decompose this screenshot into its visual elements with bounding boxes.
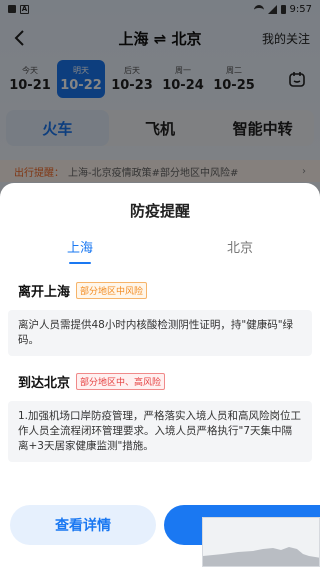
- leave-title: 离开上海: [18, 285, 71, 300]
- leave-section-header: 离开上海 部分地区中风险: [0, 281, 320, 300]
- tab-shanghai[interactable]: 上海: [0, 237, 160, 267]
- arrive-section-header: 到达北京 部分地区中、高风险: [0, 372, 320, 391]
- tab-beijing[interactable]: 北京: [160, 237, 320, 267]
- view-details-button[interactable]: 查看详情: [10, 505, 156, 545]
- city-tabs: 上海 北京: [0, 237, 320, 267]
- tab-underline: [69, 262, 91, 264]
- risk-badge-medium: 部分地区中风险: [76, 282, 148, 299]
- leave-policy-text: 离沪人员需提供48小时内核酸检测阴性证明，持"健康码"绿码。: [8, 310, 312, 356]
- risk-badge-high: 部分地区中、高风险: [76, 373, 166, 390]
- city-tab-label: 北京: [226, 241, 253, 256]
- arrive-title: 到达北京: [18, 376, 71, 391]
- sheet-title: 防疫提醒: [129, 201, 190, 220]
- city-tab-label: 上海: [66, 241, 93, 256]
- arrive-policy-text: 1.加强机场口岸防疫管理，严格落实入境人员和高风险岗位工作人员全流程闭环管理要求…: [8, 401, 312, 462]
- floating-thumbnail[interactable]: [202, 517, 320, 567]
